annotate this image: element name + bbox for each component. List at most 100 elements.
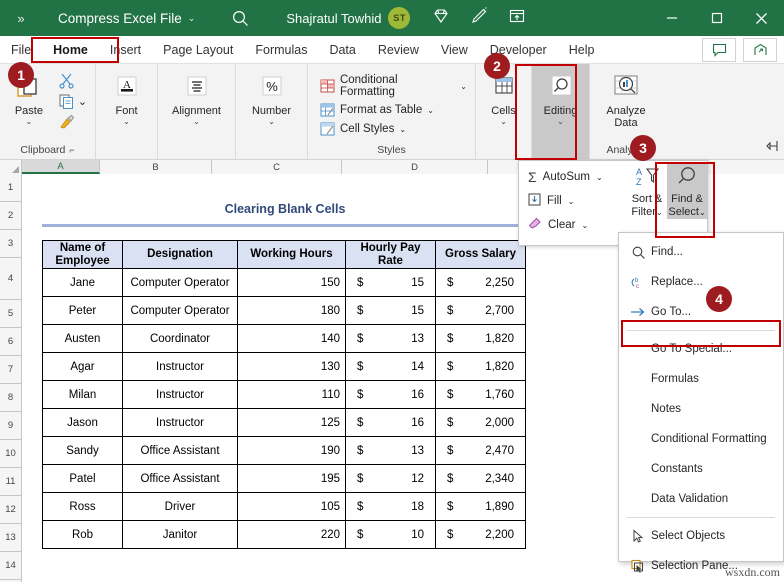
cell-hourly-rate[interactable]: $13 <box>346 437 436 465</box>
cell-name[interactable]: Jason <box>43 409 123 437</box>
row-header-4[interactable]: 4 <box>0 258 21 300</box>
cell-gross-salary[interactable]: $2,340 <box>436 465 526 493</box>
column-header-c[interactable]: C <box>212 160 342 174</box>
cell-working-hours[interactable]: 180 <box>238 297 346 325</box>
row-header-2[interactable]: 2 <box>0 202 21 230</box>
row-header-9[interactable]: 9 <box>0 412 21 440</box>
cell-designation[interactable]: Computer Operator <box>123 269 238 297</box>
cell-gross-salary[interactable]: $2,000 <box>436 409 526 437</box>
cell-working-hours[interactable]: 130 <box>238 353 346 381</box>
chevron-down-icon[interactable]: ⌄ <box>557 118 564 126</box>
row-header-10[interactable]: 10 <box>0 440 21 468</box>
diamond-icon[interactable] <box>432 7 450 30</box>
row-header-7[interactable]: 7 <box>0 356 21 384</box>
chevron-down-icon[interactable]: ⌄ <box>699 208 706 217</box>
column-header-b[interactable]: B <box>100 160 212 174</box>
chevron-down-icon[interactable]: ⌄ <box>596 173 603 182</box>
chevron-down-icon[interactable]: ⌄ <box>26 118 33 126</box>
menu-item-notes[interactable]: Notes <box>619 394 783 424</box>
cell-hourly-rate[interactable]: $14 <box>346 353 436 381</box>
cell-designation[interactable]: Instructor <box>123 409 238 437</box>
chevron-down-icon[interactable]: ⌄ <box>581 221 588 230</box>
cell-hourly-rate[interactable]: $15 <box>346 269 436 297</box>
cell-working-hours[interactable]: 105 <box>238 493 346 521</box>
tab-insert[interactable]: Insert <box>99 37 152 63</box>
cell-name[interactable]: Jane <box>43 269 123 297</box>
autosum-button[interactable]: Σ AutoSum ⌄ <box>525 165 621 189</box>
tab-formulas[interactable]: Formulas <box>244 37 318 63</box>
cell-gross-salary[interactable]: $2,470 <box>436 437 526 465</box>
cell-gross-salary[interactable]: $2,200 <box>436 521 526 549</box>
cell-designation[interactable]: Driver <box>123 493 238 521</box>
menu-item-data-validation[interactable]: Data Validation <box>619 484 783 514</box>
font-button[interactable]: A Font ⌄ <box>104 70 150 126</box>
cell-hourly-rate[interactable]: $16 <box>346 381 436 409</box>
cell-working-hours[interactable]: 220 <box>238 521 346 549</box>
chevron-down-icon[interactable]: ⌄ <box>460 82 467 91</box>
cell-name[interactable]: Milan <box>43 381 123 409</box>
alignment-button[interactable]: Alignment ⌄ <box>164 70 229 126</box>
cell-designation[interactable]: Coordinator <box>123 325 238 353</box>
avatar[interactable]: ST <box>388 7 410 29</box>
cell-styles-button[interactable]: Cell Styles ⌄ <box>318 121 408 137</box>
sort-filter-button[interactable]: AZ Sort &Filter⌄ <box>627 163 667 219</box>
table-row[interactable]: AustenCoordinator140$13$1,820 <box>43 325 526 353</box>
ribbon-display-options-icon[interactable] <box>508 7 526 30</box>
cell-name[interactable]: Sandy <box>43 437 123 465</box>
cell-designation[interactable]: Janitor <box>123 521 238 549</box>
minimize-button[interactable] <box>649 0 694 36</box>
cell-working-hours[interactable]: 125 <box>238 409 346 437</box>
cell-hourly-rate[interactable]: $16 <box>346 409 436 437</box>
cell-gross-salary[interactable]: $1,760 <box>436 381 526 409</box>
ribbon-group-editing[interactable]: Editing ⌄ <box>532 64 590 159</box>
chevron-down-icon[interactable]: ⌄ <box>268 118 275 126</box>
menu-item-replace[interactable]: bcReplace... <box>619 267 783 297</box>
chevron-down-icon[interactable]: ⌄ <box>399 125 406 134</box>
row-header-8[interactable]: 8 <box>0 384 21 412</box>
menu-item-go-to-special[interactable]: Go To Special... <box>619 334 783 364</box>
chevron-down-icon[interactable]: ⌄ <box>427 106 434 115</box>
fill-button[interactable]: Fill ⌄ <box>525 189 621 213</box>
menu-item-constants[interactable]: Constants <box>619 454 783 484</box>
row-header-14[interactable]: 14 <box>0 552 21 580</box>
cell-gross-salary[interactable]: $1,820 <box>436 353 526 381</box>
table-row[interactable]: MilanInstructor110$16$1,760 <box>43 381 526 409</box>
cell-designation[interactable]: Instructor <box>123 353 238 381</box>
row-header-13[interactable]: 13 <box>0 524 21 552</box>
column-header-a[interactable]: A <box>22 160 100 174</box>
table-row[interactable]: RossDriver105$18$1,890 <box>43 493 526 521</box>
dialog-launcher-icon[interactable]: ⌐ <box>69 145 74 155</box>
tab-help[interactable]: Help <box>558 37 606 63</box>
column-header-d[interactable]: D <box>342 160 488 174</box>
editing-button[interactable]: Editing ⌄ <box>538 70 583 126</box>
table-row[interactable]: PeterComputer Operator180$15$2,700 <box>43 297 526 325</box>
format-painter-button[interactable] <box>56 113 89 132</box>
row-header-6[interactable]: 6 <box>0 328 21 356</box>
chevron-down-icon[interactable]: ⌄ <box>656 208 663 217</box>
cell-name[interactable]: Austen <box>43 325 123 353</box>
chevron-down-icon[interactable]: ⌄ <box>193 118 200 126</box>
menu-item-formulas[interactable]: Formulas <box>619 364 783 394</box>
cell-designation[interactable]: Instructor <box>123 381 238 409</box>
share-icon[interactable] <box>743 38 777 62</box>
cell-name[interactable]: Peter <box>43 297 123 325</box>
tab-home[interactable]: Home <box>42 37 99 63</box>
copy-button[interactable]: ⌄ <box>56 92 89 111</box>
tab-data[interactable]: Data <box>318 37 366 63</box>
row-header-12[interactable]: 12 <box>0 496 21 524</box>
search-icon[interactable] <box>231 9 250 28</box>
cell-gross-salary[interactable]: $1,820 <box>436 325 526 353</box>
cell-name[interactable]: Rob <box>43 521 123 549</box>
pen-icon[interactable] <box>470 7 488 30</box>
row-header-5[interactable]: 5 <box>0 300 21 328</box>
tab-file[interactable]: File <box>0 37 42 63</box>
format-as-table-button[interactable]: Format as Table ⌄ <box>318 102 436 118</box>
row-header-3[interactable]: 3 <box>0 230 21 258</box>
cell-working-hours[interactable]: 140 <box>238 325 346 353</box>
cell-working-hours[interactable]: 150 <box>238 269 346 297</box>
table-row[interactable]: AgarInstructor130$14$1,820 <box>43 353 526 381</box>
row-header-11[interactable]: 11 <box>0 468 21 496</box>
table-row[interactable]: RobJanitor220$10$2,200 <box>43 521 526 549</box>
cells-button[interactable]: Cells ⌄ <box>482 70 525 126</box>
chevron-down-icon[interactable]: ⌄ <box>78 95 87 108</box>
